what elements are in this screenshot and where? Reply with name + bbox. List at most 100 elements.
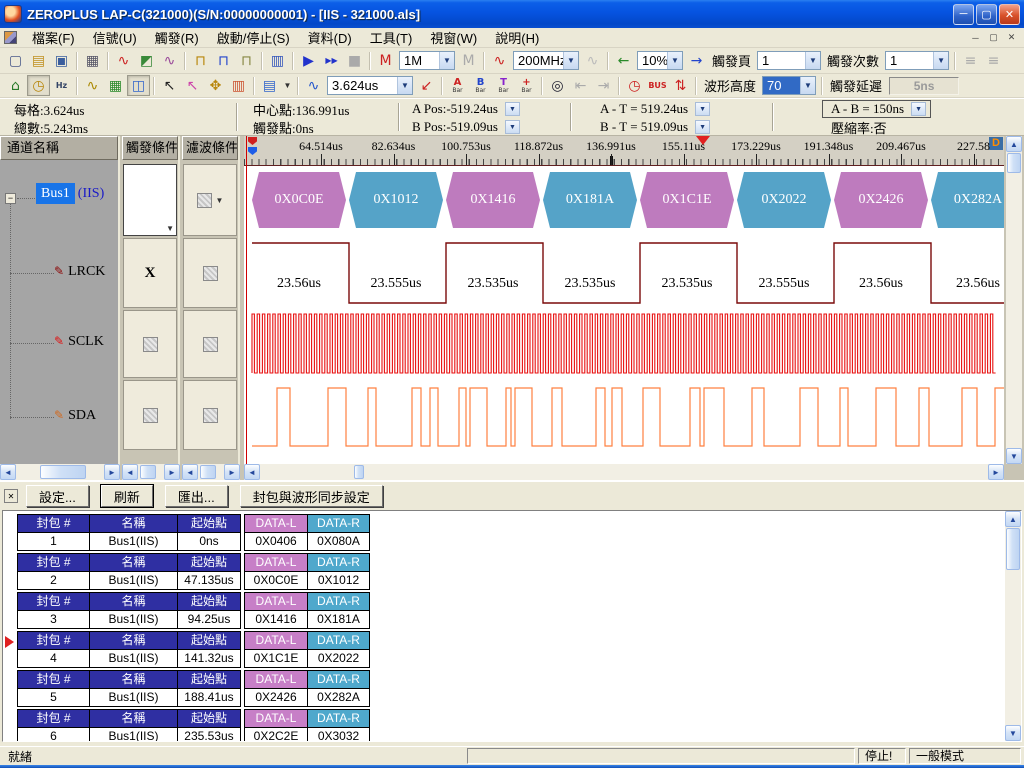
dropdown-arrow-icon[interactable]: ▼ (397, 77, 412, 94)
scroll-down-icon[interactable]: ▼ (1006, 448, 1022, 464)
channel-bus1[interactable]: Bus1(IIS) (36, 186, 104, 202)
b-t-dropdown-icon[interactable]: ▼ (695, 120, 710, 134)
menu-item-3[interactable]: 啟動/停止(S) (208, 29, 299, 48)
b-flag-icon[interactable] (248, 147, 257, 155)
clock-view-icon[interactable]: ◷ (27, 75, 50, 96)
t-bar[interactable]: TBar (492, 75, 515, 96)
tree-collapse-icon[interactable]: − (5, 193, 16, 204)
hand-tool-icon[interactable]: ✥ (204, 75, 227, 96)
open-file-icon[interactable]: ▤ (27, 50, 50, 71)
dropdown-arrow-icon[interactable]: ▼ (805, 52, 820, 69)
channel-sclk[interactable]: ✎SCLK (54, 334, 104, 350)
signal-edit-icon[interactable]: ∿ (158, 50, 181, 71)
zoom-reset-icon[interactable]: ↙ (415, 75, 438, 96)
state-list-view-icon[interactable]: ▦ (104, 75, 127, 96)
a-bar[interactable]: ABar (446, 75, 469, 96)
packet-close-icon[interactable]: ✕ (4, 489, 18, 503)
dropdown-arrow-icon[interactable]: ▼ (667, 52, 682, 69)
a-t-dropdown-icon[interactable]: ▼ (695, 102, 710, 116)
wave-height-combo[interactable]: 70▼ (762, 76, 816, 95)
scroll-left-icon[interactable]: ◄ (122, 464, 138, 480)
trigger-width-icon[interactable]: ⊓ (189, 50, 212, 71)
scroll-thumb[interactable] (354, 465, 364, 479)
trigger-count-combo[interactable]: 1▼ (885, 51, 949, 70)
menu-item-1[interactable]: 信號(U) (84, 29, 146, 48)
add-bar[interactable]: +Bar (515, 75, 538, 96)
scroll-right-icon[interactable]: ► (988, 464, 1004, 480)
trigger-cell-sclk[interactable] (123, 310, 177, 378)
wave-hscrollbar[interactable]: ◄► (244, 464, 1004, 480)
scroll-left-icon[interactable]: ◄ (0, 464, 16, 480)
scroll-up-icon[interactable]: ▲ (1005, 511, 1021, 527)
measure-tool-icon[interactable]: ▥ (227, 75, 250, 96)
a-b-dropdown-icon[interactable]: ▼ (911, 102, 926, 116)
scroll-thumb[interactable] (200, 465, 216, 479)
refresh-clock-icon[interactable]: ◷ (623, 75, 646, 96)
b-pos-dropdown-icon[interactable]: ▼ (505, 120, 520, 134)
scroll-right-icon[interactable]: ► (164, 464, 180, 480)
dropdown-arrow-icon[interactable]: ▼ (439, 52, 454, 69)
bus-color-icon[interactable]: BUS (646, 75, 669, 96)
scroll-thumb[interactable] (140, 465, 156, 479)
bus-decode-icon[interactable]: ▥ (266, 50, 289, 71)
menu-item-4[interactable]: 資料(D) (299, 29, 361, 48)
zoom-tool-icon[interactable]: ∿ (302, 75, 325, 96)
filter-cell-bus1[interactable]: ▼ (183, 164, 237, 236)
packet-vscrollbar[interactable]: ▲▼ (1005, 511, 1021, 741)
mdi-minimize-icon[interactable]: ─ (967, 30, 984, 45)
navigator-icon[interactable]: ◫ (127, 75, 150, 96)
wave-vscrollbar[interactable]: ▲▼ (1006, 136, 1022, 464)
sample-rate-icon[interactable]: ∿ (488, 50, 511, 71)
menu-item-5[interactable]: 工具(T) (361, 29, 422, 48)
channel-setup-icon[interactable]: ◩ (135, 50, 158, 71)
scroll-left-icon[interactable]: ◄ (182, 464, 198, 480)
filter-hscrollbar[interactable]: ◄► (182, 464, 240, 480)
dropdown-arrow-icon[interactable]: ▼ (800, 77, 815, 94)
trigger-position-combo[interactable]: 10%▼ (637, 51, 683, 70)
find-icon[interactable]: ◎ (546, 75, 569, 96)
home-icon[interactable]: ⌂ (4, 75, 27, 96)
run-repeat-icon[interactable]: ▶▶ (320, 50, 343, 71)
sampling-setup-icon[interactable]: ∿ (112, 50, 135, 71)
channel-hscrollbar[interactable]: ◄► (0, 464, 120, 480)
memory-depth-icon[interactable]: M (374, 50, 397, 71)
minimize-icon[interactable]: ─ (953, 4, 974, 25)
memory-depth-combo[interactable]: 1M▼ (399, 51, 455, 70)
trigger-cell-lrck[interactable]: X (123, 238, 177, 308)
scroll-thumb[interactable] (1007, 153, 1021, 173)
scroll-left-icon[interactable]: ◄ (244, 464, 260, 480)
trigger-cell-bus1[interactable]: ▼ (123, 164, 177, 236)
dropdown-arrow-icon[interactable]: ▼ (933, 52, 948, 69)
trigger-hscrollbar[interactable]: ◄► (122, 464, 180, 480)
menu-item-0[interactable]: 檔案(F) (23, 29, 84, 48)
packet-settings-button[interactable]: 設定... (26, 485, 89, 507)
new-file-icon[interactable]: ▢ (4, 50, 27, 71)
packet-refresh-button[interactable]: 刷新 (101, 485, 153, 507)
scroll-right-icon[interactable]: ► (224, 464, 240, 480)
filter-cell-sda[interactable] (183, 380, 237, 450)
filter-cell-lrck[interactable] (183, 238, 237, 308)
trigger-time-icon[interactable]: ⊓ (212, 50, 235, 71)
scale-combo[interactable]: 3.624us▼ (327, 76, 413, 95)
print-icon[interactable]: ▦ (81, 50, 104, 71)
t-flag-icon[interactable] (248, 137, 257, 145)
save-file-icon[interactable]: ▣ (50, 50, 73, 71)
a-pos-dropdown-icon[interactable]: ▼ (505, 102, 520, 116)
channel-lrck[interactable]: ✎LRCK (54, 264, 105, 280)
goto-trigger-icon[interactable]: → (685, 50, 708, 71)
dropdown-arrow-icon[interactable]: ▼ (563, 52, 578, 69)
scroll-thumb[interactable] (1006, 528, 1020, 570)
pointer-tool-icon[interactable]: ↖ (158, 75, 181, 96)
filter-cell-sclk[interactable] (183, 310, 237, 378)
restore-icon[interactable]: ▢ (976, 4, 997, 25)
multi-pointer-tool-icon[interactable]: ↖ (181, 75, 204, 96)
waveform-view-icon[interactable]: ∿ (81, 75, 104, 96)
trigger-cell-sda[interactable] (123, 380, 177, 450)
scroll-down-icon[interactable]: ▼ (1005, 725, 1021, 741)
close-icon[interactable]: ✕ (999, 4, 1020, 25)
menu-item-7[interactable]: 說明(H) (486, 29, 548, 48)
frequency-view-icon[interactable]: Hz (50, 75, 73, 96)
packet-export-button[interactable]: 匯出... (165, 485, 228, 507)
b-bar[interactable]: BBar (469, 75, 492, 96)
scroll-thumb[interactable] (40, 465, 86, 479)
